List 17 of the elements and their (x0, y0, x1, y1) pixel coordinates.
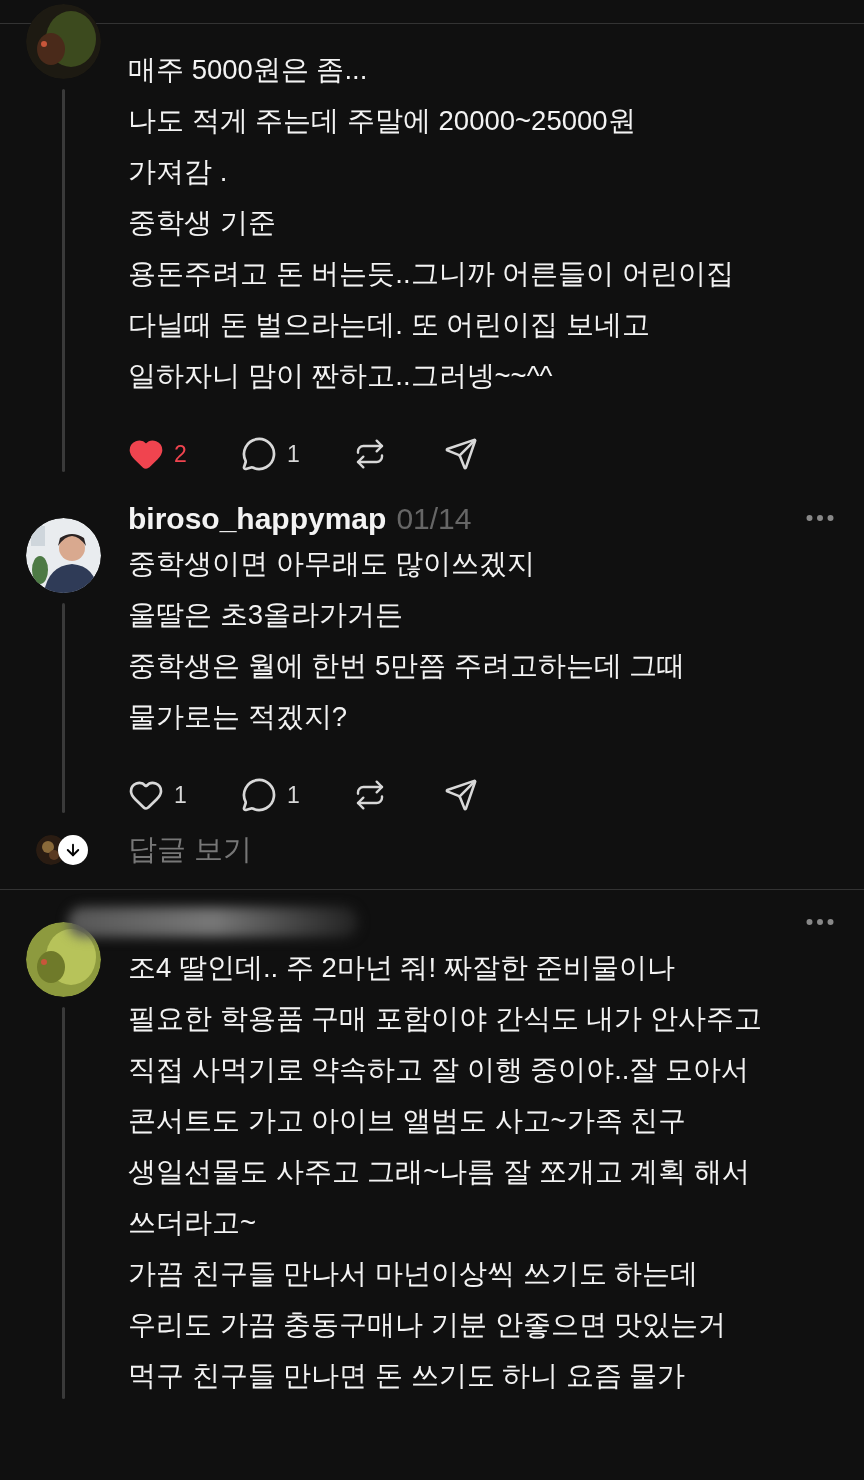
like-button[interactable]: 2 (128, 436, 187, 472)
view-replies-link[interactable]: 답글 보기 (128, 828, 253, 872)
reply-count: 1 (287, 439, 300, 469)
comment-icon[interactable] (241, 777, 277, 813)
repost-icon[interactable] (354, 438, 386, 470)
comment-icon[interactable] (241, 436, 277, 472)
repost-icon[interactable] (354, 779, 386, 811)
arrow-down-icon[interactable] (58, 835, 88, 865)
post-text: 조4 딸인데.. 주 2마넌 줘! 짜잘한 준비물이나 필요한 학용품 구매 포함이야 간식도 내가 안사주고 직접 사먹기로 약속하고 잘 이행 중이야..잘 모아서 콘서트도 가고 아이브 앨범도 사고~가족 친구 생일선물도 사주고 그래~나름 잘 쪼개고 계획 해서 쓰더라고~ 가끔 친구들 만나서 마넌이상씩 쓰기도 하는데 우리도 가끔 충동구매나 기분 안좋으면 맛있는거 먹구 친구들 만나면 돈 쓰기도 하니 요즘 물가 (128, 951, 763, 1393)
post-text: 매주 5000원은 좀... 나도 적게 주는데 주말에 20000~25000원 가져감 . 중학생 기준 용돈주려고 돈 버는듯..그니까 어른들이 어린이집 다닐때 돈 벌으라는데. 또 어린이집 보네고 일하자니 맘이 짠하고..그러넹~~^^ (128, 53, 735, 393)
like-button[interactable]: 1 (128, 777, 187, 813)
reply-count: 1 (287, 780, 300, 810)
post-text: 중학생이면 아무래도 많이쓰겠지 울딸은 초3올라가거든 중학생은 월에 한번 5만쯤 주려고하는데 그때 물가로는 적겠지? (128, 547, 687, 734)
username[interactable]: biroso_happymap (128, 495, 387, 541)
post-date: 01/14 (396, 500, 472, 537)
share-icon[interactable] (444, 437, 478, 471)
share-icon[interactable] (444, 778, 478, 812)
